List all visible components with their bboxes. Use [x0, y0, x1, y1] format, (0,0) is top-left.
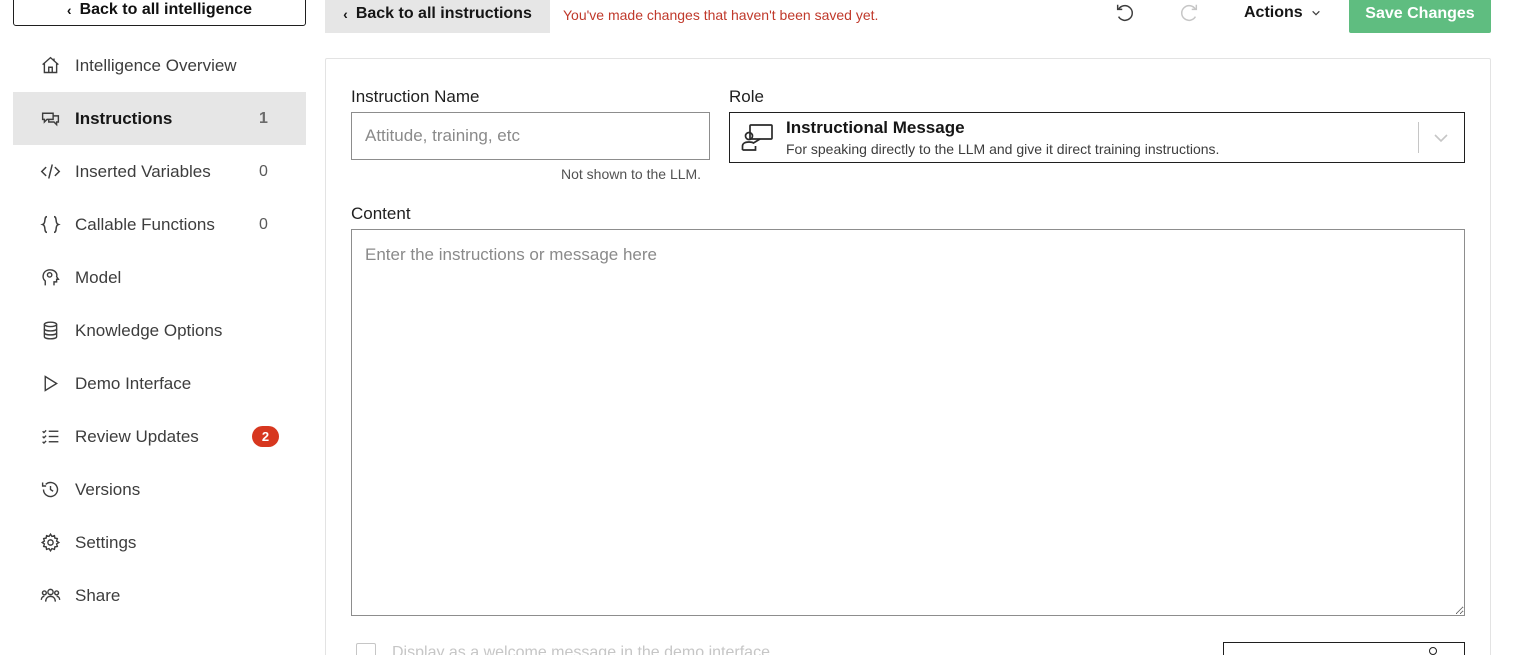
sidebar-item-knowledge-options[interactable]: Knowledge Options: [13, 304, 306, 357]
history-icon: [39, 479, 61, 501]
instruction-name-input[interactable]: [351, 112, 710, 160]
sidebar-item-label: Model: [75, 267, 122, 287]
sidebar-item-label: Versions: [75, 479, 141, 499]
sidebar-item-model[interactable]: Model: [13, 251, 306, 304]
sidebar-item-label: Inserted Variables: [75, 161, 211, 181]
actions-menu-button[interactable]: Actions: [1244, 4, 1321, 22]
select-divider: [1418, 122, 1419, 153]
code-icon: [39, 161, 61, 183]
chevron-down-icon: [1311, 10, 1320, 16]
role-title: Instructional Message: [786, 118, 965, 137]
checklist-icon: [39, 426, 61, 448]
database-icon: [39, 320, 61, 342]
content-textarea[interactable]: [351, 229, 1465, 616]
sidebar-item-label: Review Updates: [75, 426, 199, 446]
brain-head-icon: [39, 267, 61, 289]
home-icon: [39, 55, 61, 77]
role-description: For speaking directly to the LLM and giv…: [786, 141, 1220, 157]
sidebar-item-intelligence-overview[interactable]: Intelligence Overview: [13, 39, 306, 92]
undo-button[interactable]: [1114, 2, 1136, 24]
sidebar-item-callable-functions[interactable]: Callable Functions 0: [13, 198, 306, 251]
redo-icon: [1181, 4, 1198, 22]
sidebar-item-versions[interactable]: Versions: [13, 463, 306, 516]
welcome-message-option[interactable]: Display as a welcome message in the demo…: [356, 643, 770, 655]
sidebar-item-label: Settings: [75, 532, 137, 552]
actions-label: Actions: [1244, 4, 1303, 21]
sidebar-item-label: Intelligence Overview: [75, 55, 237, 75]
role-label: Role: [729, 87, 764, 106]
role-select[interactable]: Instructional Message For speaking direc…: [729, 112, 1465, 163]
chevron-left-icon: ‹: [66, 2, 72, 18]
sidebar-item-label: Demo Interface: [75, 373, 192, 393]
bottom-control[interactable]: [1223, 642, 1465, 655]
sidebar-item-instructions[interactable]: Instructions 1: [13, 92, 306, 145]
sidebar-item-settings[interactable]: Settings: [13, 516, 306, 569]
sidebar-nav: Intelligence Overview Instructions 1 Ins…: [13, 39, 306, 622]
item-count: 1: [259, 109, 268, 127]
sidebar-item-label: Instructions: [75, 108, 173, 128]
back-to-all-intelligence-label: Back to all intelligence: [79, 1, 253, 18]
sidebar-item-share[interactable]: Share: [13, 569, 306, 622]
chevron-down-icon: [1434, 134, 1448, 143]
unsaved-changes-warning: You've made changes that haven't been sa…: [563, 7, 879, 23]
teacher-board-icon: [741, 124, 773, 151]
item-count: 0: [259, 162, 268, 180]
sidebar-item-review-updates[interactable]: Review Updates 2: [13, 410, 306, 463]
chat-icon: [39, 108, 61, 130]
sidebar-item-demo-interface[interactable]: Demo Interface: [13, 357, 306, 410]
welcome-message-checkbox[interactable]: [356, 643, 376, 655]
sidebar-item-label: Share: [75, 585, 121, 605]
instruction-name-helper: Not shown to the LLM.: [561, 166, 702, 182]
gear-icon: [39, 532, 61, 554]
welcome-message-label: Display as a welcome message in the demo…: [392, 644, 770, 655]
sidebar-item-label: Callable Functions: [75, 214, 215, 234]
save-changes-button[interactable]: Save Changes: [1349, 0, 1491, 33]
item-count: 0: [259, 215, 268, 233]
circle-icon: [1429, 647, 1437, 655]
braces-icon: [39, 214, 61, 236]
back-to-all-instructions-label: Back to all instructions: [355, 5, 532, 22]
content-label: Content: [351, 204, 411, 223]
sidebar-item-inserted-variables[interactable]: Inserted Variables 0: [13, 145, 306, 198]
back-to-all-instructions-button[interactable]: ‹ Back to all instructions: [325, 0, 550, 33]
undo-icon: [1116, 4, 1133, 22]
users-icon: [39, 585, 61, 607]
play-icon: [39, 373, 61, 395]
sidebar-item-label: Knowledge Options: [75, 320, 223, 340]
instruction-name-label: Instruction Name: [351, 87, 480, 106]
notification-badge: 2: [252, 426, 279, 447]
redo-button[interactable]: [1178, 2, 1200, 24]
chevron-left-icon: ‹: [343, 6, 348, 22]
back-to-all-intelligence-button[interactable]: ‹ Back to all intelligence: [13, 0, 306, 26]
